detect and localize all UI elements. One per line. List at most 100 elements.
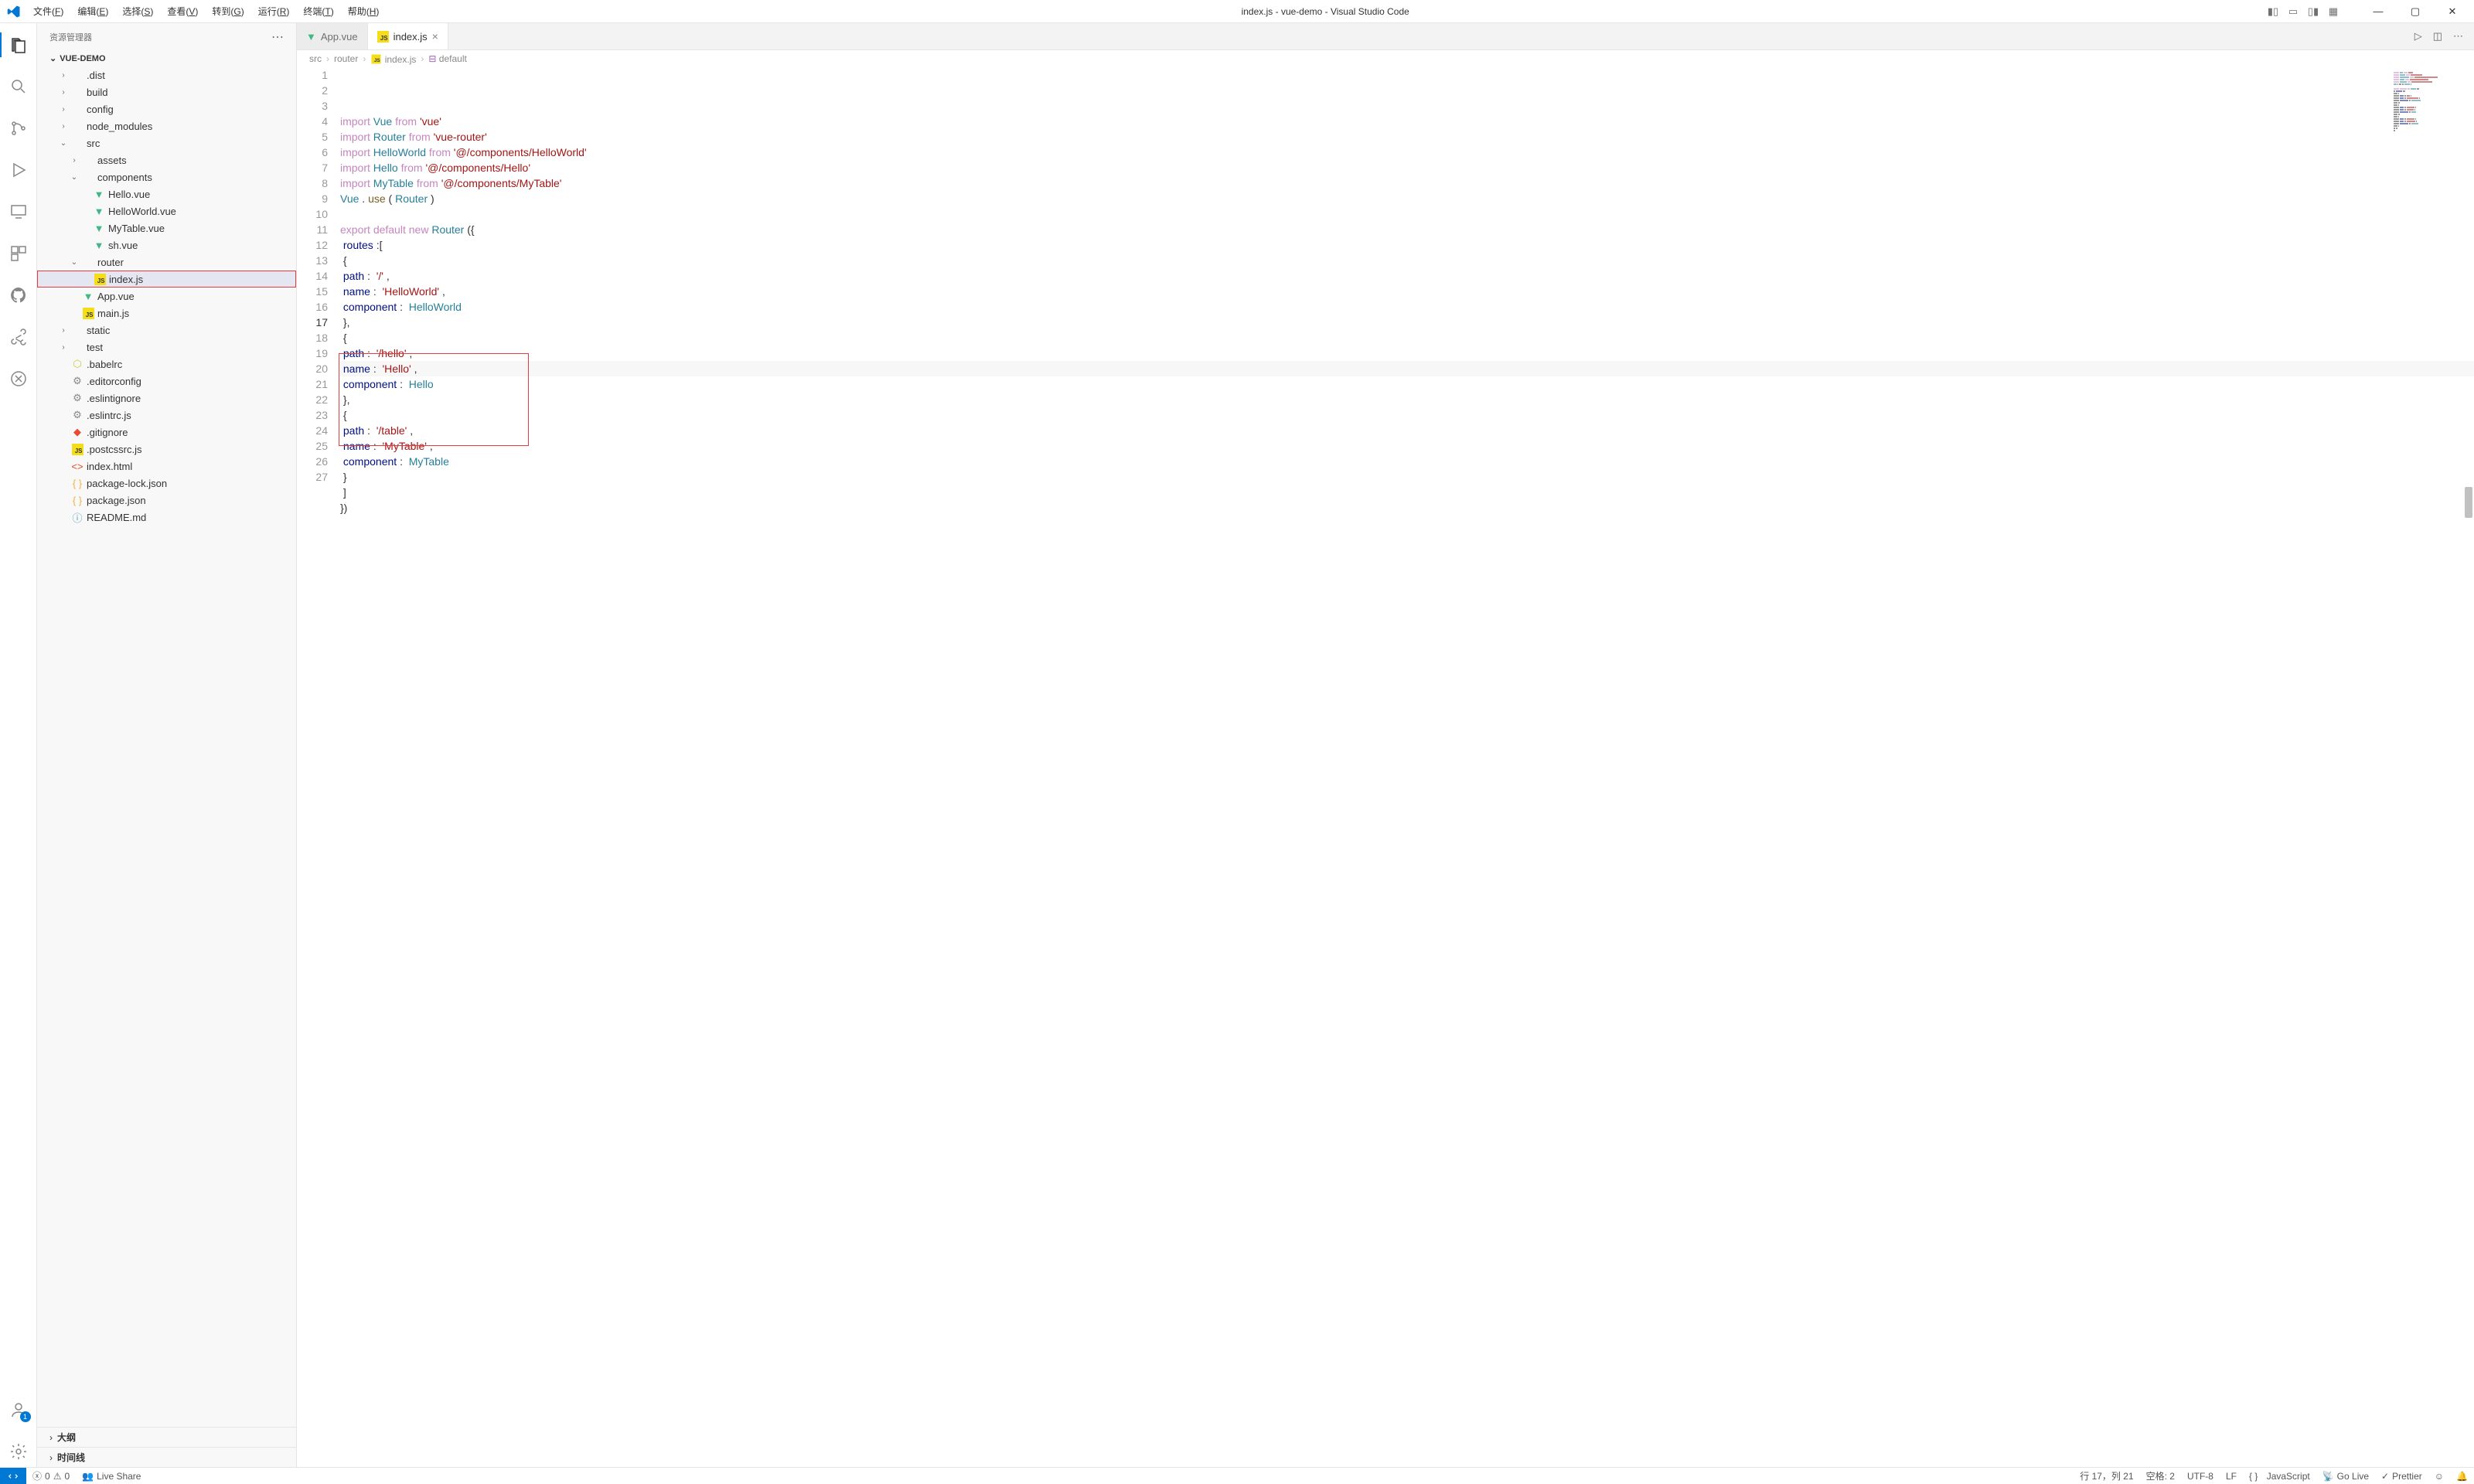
code-line-5[interactable]: import MyTable from '@/components/MyTabl… [340,175,2474,191]
tree-item-.babelrc[interactable]: ⬡.babelrc [37,356,296,373]
tree-item-test[interactable]: ›test [37,339,296,356]
code-line-13[interactable]: component : HelloWorld [340,299,2474,315]
tree-item-Hello.vue[interactable]: ▼Hello.vue [37,186,296,203]
code-line-9[interactable]: routes :[ [340,237,2474,253]
language-mode[interactable]: { } JavaScript [2243,1468,2316,1484]
tab-App.vue[interactable]: ▼App.vue [297,23,368,49]
code-line-6[interactable]: Vue . use ( Router ) [340,191,2474,206]
eol[interactable]: LF [2220,1468,2243,1484]
indentation[interactable]: 空格: 2 [2140,1468,2181,1484]
code-line-27[interactable] [340,516,2474,531]
code-line-17[interactable]: name : 'Hello' , [340,361,2474,376]
tree-item-config[interactable]: ›config [37,100,296,117]
tree-item-.dist[interactable]: ›.dist [37,66,296,83]
tree-item-HelloWorld.vue[interactable]: ▼HelloWorld.vue [37,203,296,220]
accounts-icon[interactable]: 1 [0,1394,37,1425]
encoding[interactable]: UTF-8 [2181,1468,2220,1484]
code-line-24[interactable]: } [340,469,2474,485]
chatgpt-icon[interactable] [0,363,37,394]
run-icon[interactable]: ▷ [2414,30,2422,43]
layout-left-icon[interactable]: ▮▯ [2265,4,2281,19]
tree-item-.eslintignore[interactable]: ⚙.eslintignore [37,390,296,407]
timeline-section[interactable]: ›时间线 [37,1447,296,1467]
code-line-12[interactable]: name : 'HelloWorld' , [340,284,2474,299]
minimize-button[interactable]: ― [2363,0,2394,23]
tree-item-.editorconfig[interactable]: ⚙.editorconfig [37,373,296,390]
menu-帮助(H)[interactable]: 帮助(H) [342,2,386,21]
prettier-button[interactable]: ✓Prettier [2375,1468,2428,1484]
code-line-26[interactable]: }) [340,500,2474,516]
close-button[interactable]: ✕ [2437,0,2468,23]
tree-root[interactable]: ⌄ VUE-DEMO [37,50,296,66]
code-line-16[interactable]: path : '/hello' , [340,345,2474,361]
code-line-7[interactable] [340,206,2474,222]
outline-section[interactable]: ›大纲 [37,1427,296,1447]
search-icon[interactable] [0,71,37,102]
tree-item-static[interactable]: ›static [37,322,296,339]
more-icon[interactable]: ⋯ [2453,30,2463,43]
menu-文件(F)[interactable]: 文件(F) [27,2,70,21]
notifications-icon[interactable]: 🔔 [2450,1468,2474,1484]
code-line-14[interactable]: }, [340,315,2474,330]
tree-item-src[interactable]: ⌄src [37,134,296,151]
code-line-4[interactable]: import Hello from '@/components/Hello' [340,160,2474,175]
code-line-22[interactable]: name : 'MyTable' , [340,438,2474,454]
remote-explorer-icon[interactable] [0,196,37,227]
feedback-icon[interactable]: ☺ [2428,1468,2450,1484]
menu-转到(G)[interactable]: 转到(G) [206,2,250,21]
code-line-11[interactable]: path : '/' , [340,268,2474,284]
menu-编辑(E)[interactable]: 编辑(E) [71,2,114,21]
breadcrumb-item[interactable]: src [309,53,322,64]
sidebar-more-icon[interactable]: ⋯ [271,29,284,45]
tree-item-sh.vue[interactable]: ▼sh.vue [37,237,296,254]
code-line-21[interactable]: path : '/table' , [340,423,2474,438]
golive-button[interactable]: 📡Go Live [2316,1468,2375,1484]
cursor-position[interactable]: 行 17，列 21 [2074,1468,2139,1484]
code-line-19[interactable]: }, [340,392,2474,407]
tree-item-build[interactable]: ›build [37,83,296,100]
tree-item-components[interactable]: ⌄components [37,168,296,186]
tree-item-.eslintrc.js[interactable]: ⚙.eslintrc.js [37,407,296,424]
code-content[interactable]: import Vue from 'vue'import Router from … [340,67,2474,1467]
tree-item-assets[interactable]: ›assets [37,151,296,168]
tree-item-.postcssrc.js[interactable]: JS.postcssrc.js [37,441,296,458]
tree-item-App.vue[interactable]: ▼App.vue [37,288,296,305]
layout-bottom-icon[interactable]: ▭ [2285,4,2301,19]
menu-运行(R)[interactable]: 运行(R) [252,2,296,21]
code-line-18[interactable]: component : Hello [340,376,2474,392]
breadcrumb-item[interactable]: router [334,53,358,64]
remote-indicator[interactable] [0,1468,26,1484]
code-line-23[interactable]: component : MyTable [340,454,2474,469]
menu-终端(T)[interactable]: 终端(T) [297,2,339,21]
extensions-icon[interactable] [0,238,37,269]
tree-item-main.js[interactable]: JSmain.js [37,305,296,322]
tree-item-index.html[interactable]: <>index.html [37,458,296,475]
source-control-icon[interactable] [0,113,37,144]
layout-grid-icon[interactable]: ▦ [2326,4,2341,19]
scrollbar-thumb[interactable] [2465,487,2472,518]
breadcrumb-item[interactable]: ⊟ default [428,53,466,64]
layout-right-icon[interactable]: ▯▮ [2305,4,2321,19]
menu-查看(V)[interactable]: 查看(V) [161,2,204,21]
explorer-icon[interactable] [0,29,37,60]
breadcrumb-item[interactable]: JS index.js [370,53,416,65]
code-line-15[interactable]: { [340,330,2474,345]
tree-item-.gitignore[interactable]: ◆.gitignore [37,424,296,441]
tree-item-router[interactable]: ⌄router [37,254,296,271]
share-icon[interactable] [0,322,37,352]
liveshare-button[interactable]: 👥Live Share [76,1468,147,1484]
tree-item-MyTable.vue[interactable]: ▼MyTable.vue [37,220,296,237]
code-line-1[interactable]: import Vue from 'vue' [340,114,2474,129]
github-icon[interactable] [0,280,37,311]
code-line-2[interactable]: import Router from 'vue-router' [340,129,2474,145]
close-tab-icon[interactable]: × [432,30,438,43]
tree-item-index.js[interactable]: JSindex.js [37,271,296,288]
run-debug-icon[interactable] [0,155,37,186]
problems-button[interactable]: ⓧ0⚠0 [26,1468,76,1484]
split-editor-icon[interactable]: ◫ [2433,30,2442,43]
code-line-8[interactable]: export default new Router ({ [340,222,2474,237]
tab-index.js[interactable]: JSindex.js× [368,23,448,49]
tree-item-package.json[interactable]: { }package.json [37,492,296,509]
code-line-3[interactable]: import HelloWorld from '@/components/Hel… [340,145,2474,160]
code-line-10[interactable]: { [340,253,2474,268]
